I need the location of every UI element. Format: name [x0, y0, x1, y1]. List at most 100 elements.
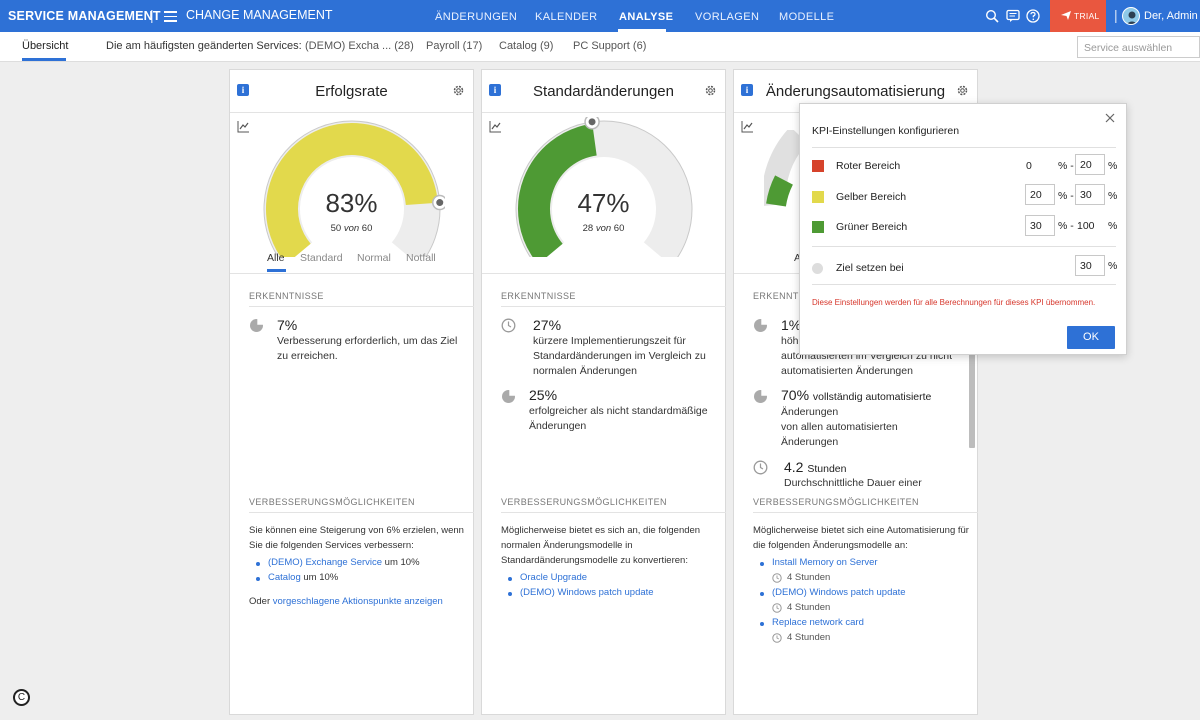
improvement-text: Möglicherweise bietet sich eine Automati… [753, 525, 969, 551]
gauge-handle-dot [588, 118, 596, 126]
automation-link[interactable]: Replace network card [772, 617, 864, 628]
insight-text: kürzere Implementierungszeit für Standar… [533, 335, 706, 377]
trial-label: TRIAL [1074, 11, 1100, 21]
bullet [508, 592, 512, 596]
service-link-exchange[interactable]: (DEMO) Excha ... (28) [305, 40, 414, 52]
module-title[interactable]: CHANGE MANAGEMENT [186, 8, 333, 22]
help-icon[interactable] [1026, 9, 1040, 23]
card-header: i Standardänderungen [482, 70, 725, 113]
airplane-icon [1061, 11, 1071, 20]
service-link-catalog[interactable]: Catalog (9) [499, 40, 553, 52]
bullet [508, 577, 512, 581]
improvement-link[interactable]: Oracle Upgrade [520, 572, 587, 583]
target-label: Ziel setzen bei [836, 262, 904, 274]
trend-chart-icon[interactable] [489, 120, 502, 133]
insight-value-number: 70% [781, 387, 810, 403]
filter-tab-notfall[interactable]: Notfall [406, 252, 436, 264]
pie-chart-icon [502, 389, 516, 403]
close-icon[interactable] [1104, 112, 1116, 124]
popover-rule [812, 284, 1116, 285]
service-select-input[interactable]: Service auswählen [1077, 36, 1200, 58]
automation-link[interactable]: (DEMO) Windows patch update [772, 587, 906, 598]
yellow-range-to-input[interactable]: 30 [1075, 184, 1105, 205]
ratio-von: von [343, 223, 360, 234]
gear-icon[interactable] [704, 84, 717, 97]
insight-text: Durchschnittliche Dauer einer [784, 477, 922, 489]
improvement-label: VERBESSERUNGSMÖGLICHKEITEN [501, 497, 667, 507]
service-link-pc-support[interactable]: PC Support (6) [573, 40, 646, 52]
hamburger-menu-icon[interactable] [164, 11, 177, 22]
insights-label: ERKENNTNISSE [249, 291, 324, 301]
green-range-label: Grüner Bereich [836, 221, 908, 233]
green-range-to: 100 [1077, 220, 1095, 232]
action-points-link[interactable]: vorgeschlagene Aktionspunkte anzeigen [273, 596, 443, 607]
filter-tab-alle[interactable]: Alle [267, 252, 285, 264]
sub-navigation-bar: Übersicht Die am häufigsten geänderten S… [0, 32, 1200, 62]
bullet [760, 562, 764, 566]
insight-text: Änderungen [781, 406, 839, 418]
target-indicator-icon [812, 263, 823, 274]
improvement-link[interactable]: (DEMO) Windows patch update [520, 587, 654, 598]
trial-banner[interactable]: TRIAL [1050, 0, 1106, 32]
brand-title[interactable]: SERVICE MANAGEMENT [8, 9, 161, 23]
card-scrollbar[interactable] [969, 352, 975, 448]
insight-inline: vollständig automatisierte [812, 391, 932, 403]
filter-tab-normal[interactable]: Normal [357, 252, 391, 264]
improvement-text: Möglicherweise bietet es sich an, die fo… [501, 525, 701, 566]
filter-tabs: Alle Standard Normal Notfall [230, 252, 473, 272]
standard-changes-gauge [515, 117, 693, 257]
success-rate-gauge [263, 120, 445, 257]
link-text[interactable]: (DEMO) Exchange Service [268, 557, 382, 568]
gear-icon[interactable] [956, 84, 969, 97]
card-title: Erfolgsrate [315, 83, 388, 100]
target-value-input[interactable]: 30 [1075, 255, 1105, 276]
link-text[interactable]: Catalog [268, 572, 301, 583]
gear-icon[interactable] [452, 84, 465, 97]
tab-uebersicht[interactable]: Übersicht [22, 40, 68, 52]
avatar[interactable] [1122, 7, 1140, 25]
yellow-range-swatch [812, 191, 824, 203]
settings-note: Diese Einstellungen werden für alle Bere… [812, 298, 1096, 307]
nav-modelle[interactable]: MODELLE [779, 11, 834, 23]
filter-tab-indicator [267, 269, 286, 272]
bullet [760, 622, 764, 626]
section-rule [753, 512, 978, 513]
service-link-payroll[interactable]: Payroll (17) [426, 40, 482, 52]
kpi-settings-popover: KPI-Einstellungen konfigurieren Roter Be… [799, 103, 1127, 355]
insight-text: erfolgreicher als nicht standardmäßige Ä… [529, 405, 708, 432]
nav-vorlagen[interactable]: VORLAGEN [695, 11, 759, 23]
pie-chart-icon [754, 389, 768, 403]
nav-analyse[interactable]: ANALYSE [619, 11, 673, 23]
copyright-icon[interactable]: C [13, 689, 30, 706]
chat-icon[interactable] [1006, 9, 1020, 23]
search-icon[interactable] [985, 9, 999, 23]
improvement-label: VERBESSERUNGSMÖGLICHKEITEN [249, 497, 415, 507]
link-suffix: um 10% [382, 557, 420, 568]
link-suffix: um 10% [300, 572, 339, 583]
red-range-to-input[interactable]: 20 [1075, 154, 1105, 175]
nav-kalender[interactable]: KALENDER [535, 11, 598, 23]
yellow-range-from-input[interactable]: 20 [1025, 184, 1055, 205]
green-range-from-input[interactable]: 30 [1025, 215, 1055, 236]
most-changed-label: Die am häufigsten geänderten Services: [106, 40, 302, 52]
improvement-label: VERBESSERUNGSMÖGLICHKEITEN [753, 497, 919, 507]
pie-chart-icon [250, 318, 264, 332]
user-name[interactable]: Der, Admin [1144, 10, 1198, 22]
green-range-swatch [812, 221, 824, 233]
percent-sign: % [1108, 160, 1118, 172]
kpi-card-erfolgsrate: i Erfolgsrate 83% 50 von 60 Alle Standar… [229, 69, 474, 715]
ok-button[interactable]: OK [1067, 326, 1115, 349]
gauge-ratio: 50 von 60 [230, 223, 473, 234]
improvement-link[interactable]: (DEMO) Exchange Service um 10% [268, 557, 420, 568]
ratio-total: 60 [613, 223, 625, 234]
nav-aenderungen[interactable]: ÄNDERUNGEN [435, 11, 517, 23]
duration-text: 4 Stunden [787, 632, 831, 643]
automation-link[interactable]: Install Memory on Server [772, 557, 878, 568]
filter-tab-standard[interactable]: Standard [300, 252, 343, 264]
percent-sign: % [1108, 190, 1118, 202]
trend-chart-icon[interactable] [237, 120, 250, 133]
trend-chart-icon[interactable] [741, 120, 754, 133]
improvement-link[interactable]: Catalog um 10% [268, 572, 338, 583]
pie-chart-icon [754, 318, 768, 332]
gauge-ratio: 28 von 60 [482, 223, 725, 234]
